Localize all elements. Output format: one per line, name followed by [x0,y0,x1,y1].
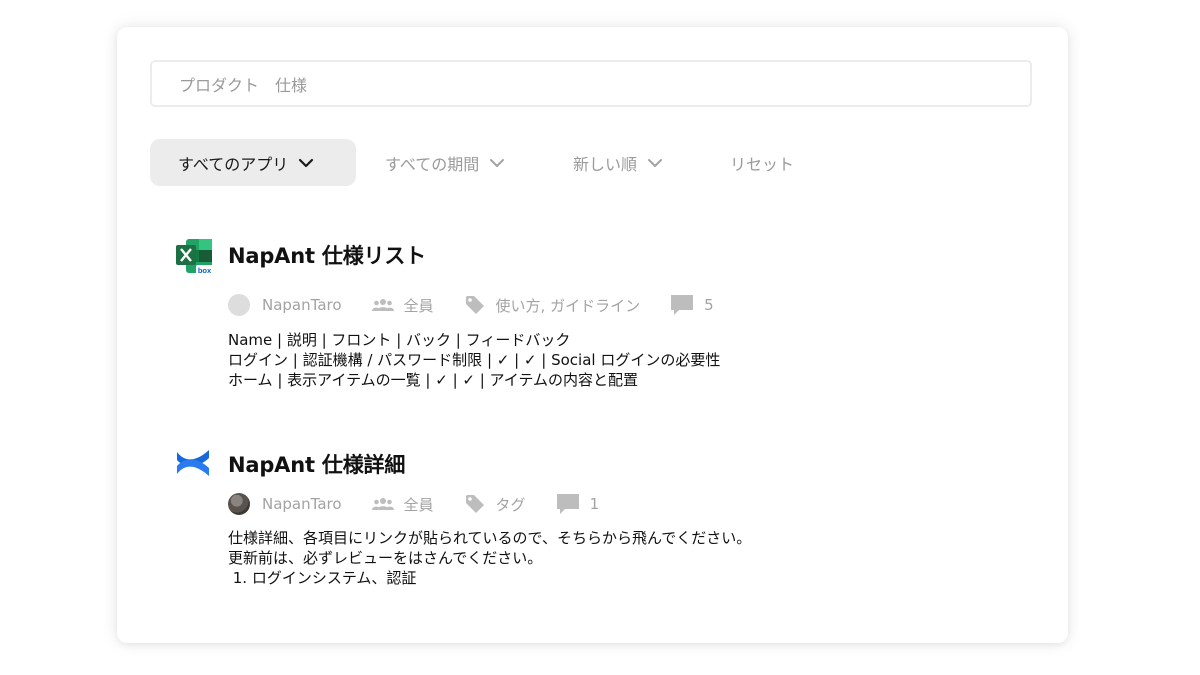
search-input-value: プロダクト 仕様 [179,75,308,95]
result-title[interactable]: NapAnt 仕様リスト [228,240,426,270]
reset-label: リセット [730,154,795,174]
reset-button[interactable]: リセット [730,139,794,186]
result-snippet: 仕様詳細、各項目にリンクが貼られているので、そちらから飛んでください。 更新前は… [228,528,751,588]
comment-count: 1 [589,495,600,513]
people-icon [371,497,394,511]
filter-app-label: すべてのアプリ [178,154,289,174]
audience-label: 全員 [403,495,434,514]
result-title[interactable]: NapAnt 仕様詳細 [228,449,405,479]
chevron-down-icon [489,158,505,168]
comment-icon [556,493,580,515]
result-meta: NapanTaro 全員 使い方, ガイドライン 5 [228,293,714,317]
tags-label: 使い方, ガイドライン [495,296,641,315]
svg-text:box: box [198,266,212,275]
snippet-line: 仕様詳細、各項目にリンクが貼られているので、そちらから飛んでください。 [228,529,752,547]
snippet-line: ホーム | 表示アイテムの一覧 | ✓ | ✓ | アイテムの内容と配置 [228,371,639,389]
filter-period-label: すべての期間 [385,154,480,174]
filter-app-dropdown[interactable]: すべてのアプリ [150,139,356,186]
chevron-down-icon [298,158,314,168]
result-snippet: Name | 説明 | フロント | バック | フィードバック ログイン | … [228,330,720,390]
avatar [228,294,250,316]
filter-sort-dropdown[interactable]: 新しい順 [573,139,663,186]
author-name: NapanTaro [262,296,342,314]
snippet-line: ログイン | 認証機構 / パスワード制限 | ✓ | ✓ | Social ロ… [228,351,721,369]
snippet-line: Name | 説明 | フロント | バック | フィードバック [228,331,571,349]
tag-icon [464,493,486,515]
tag-icon [464,294,486,316]
filter-period-dropdown[interactable]: すべての期間 [385,139,505,186]
snippet-line: 1. ログインシステム、認証 [228,569,417,587]
author-name: NapanTaro [262,495,342,513]
search-input[interactable]: プロダクト 仕様 [150,60,1032,107]
comment-icon [670,294,694,316]
confluence-icon [174,442,214,482]
search-results-panel: プロダクト 仕様 すべてのアプリ すべての期間 新しい順 リセット box Na… [117,27,1068,643]
filter-sort-label: 新しい順 [573,154,638,174]
chevron-down-icon [647,158,663,168]
result-meta: NapanTaro 全員 タグ 1 [228,492,599,516]
snippet-line: 更新前は、必ずレビューをはさんでください。 [228,549,543,567]
excel-box-icon: box [174,237,214,277]
people-icon [371,298,394,312]
avatar [228,493,250,515]
tags-label: タグ [495,495,526,514]
audience-label: 全員 [403,296,434,315]
comment-count: 5 [704,296,714,314]
